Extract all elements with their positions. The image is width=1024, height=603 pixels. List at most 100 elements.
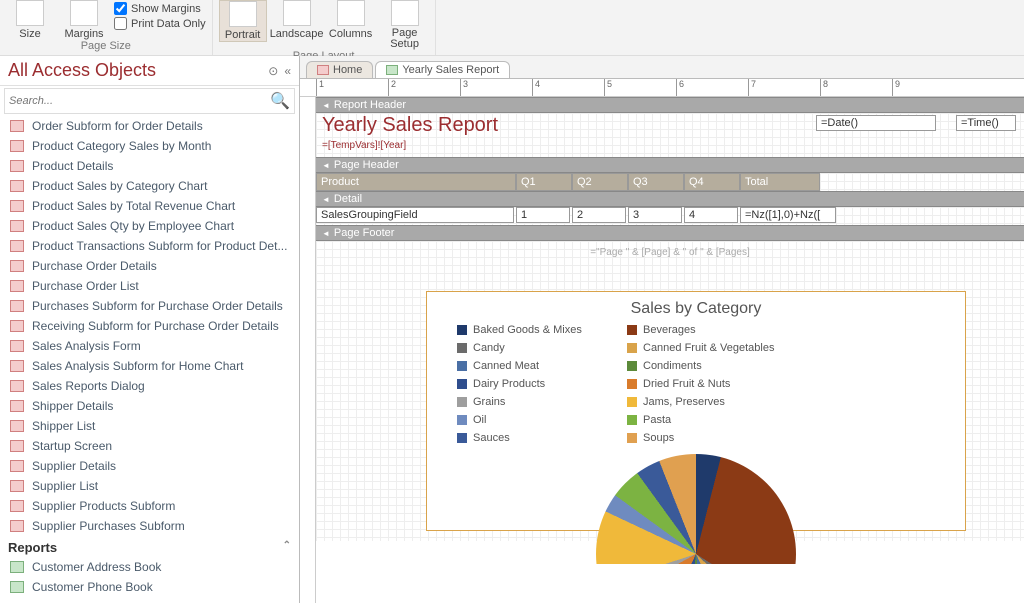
col-total[interactable]: Total	[740, 173, 820, 191]
sales-by-category-chart[interactable]: Sales by Category Baked Goods & MixesBev…	[426, 291, 966, 531]
nav-item[interactable]: Product Category Sales by Month	[0, 136, 299, 156]
ribbon: Size Margins Show Margins Print Data Onl…	[0, 0, 1024, 56]
nav-list: Order Subform for Order DetailsProduct C…	[0, 116, 299, 603]
nav-item-report[interactable]: Customer Phone Book	[0, 577, 299, 597]
col-q3[interactable]: Q3	[628, 173, 684, 191]
nav-item[interactable]: Purchase Order Details	[0, 256, 299, 276]
form-icon	[10, 500, 24, 512]
form-icon	[10, 220, 24, 232]
form-icon	[10, 140, 24, 152]
nav-item[interactable]: Supplier Products Subform	[0, 496, 299, 516]
legend-swatch	[627, 433, 637, 443]
vertical-ruler	[300, 97, 316, 603]
section-bar-detail[interactable]: Detail	[316, 191, 1024, 207]
form-icon	[10, 380, 24, 392]
nav-item[interactable]: Shipper List	[0, 416, 299, 436]
section-bar-page-header[interactable]: Page Header	[316, 157, 1024, 173]
time-textbox[interactable]: =Time()	[956, 115, 1016, 131]
legend-swatch	[457, 343, 467, 353]
ribbon-group-page-layout: Portrait Landscape Columns Page Setup Pa…	[213, 0, 436, 55]
report-icon	[10, 561, 24, 573]
nav-item[interactable]: Product Transactions Subform for Product…	[0, 236, 299, 256]
legend-swatch	[457, 361, 467, 371]
form-icon	[10, 260, 24, 272]
nav-item[interactable]: Product Sales Qty by Employee Chart	[0, 216, 299, 236]
form-icon	[10, 280, 24, 292]
nav-section-reports[interactable]: Reports⌃	[0, 536, 299, 557]
legend-swatch	[457, 397, 467, 407]
report-design-surface[interactable]: 123456789 Report Header Yearly Sales Rep…	[300, 78, 1024, 603]
form-icon	[10, 460, 24, 472]
form-icon	[10, 240, 24, 252]
show-margins-checkbox[interactable]: Show Margins	[114, 2, 206, 15]
date-textbox[interactable]: =Date()	[816, 115, 936, 131]
search-icon[interactable]: 🔍	[270, 91, 290, 111]
tab-home[interactable]: Home	[306, 61, 373, 78]
detail-q2[interactable]: 2	[572, 207, 626, 223]
section-bar-report-header[interactable]: Report Header	[316, 97, 1024, 113]
nav-search[interactable]: 🔍	[4, 88, 295, 114]
nav-item[interactable]: Startup Screen	[0, 436, 299, 456]
legend-item: Soups	[627, 432, 777, 444]
form-icon	[10, 360, 24, 372]
col-q4[interactable]: Q4	[684, 173, 740, 191]
nav-item[interactable]: Shipper Details	[0, 396, 299, 416]
col-q1[interactable]: Q1	[516, 173, 572, 191]
nav-item[interactable]: Sales Analysis Form	[0, 336, 299, 356]
chart-legend: Baked Goods & MixesBeveragesCandyCanned …	[427, 324, 965, 454]
pie-chart	[596, 454, 796, 564]
report-icon	[386, 65, 398, 75]
nav-item[interactable]: Supplier Details	[0, 456, 299, 476]
report-title-label[interactable]: Yearly Sales Report	[318, 113, 502, 138]
print-data-only-checkbox[interactable]: Print Data Only	[114, 17, 206, 30]
detail-q3[interactable]: 3	[628, 207, 682, 223]
legend-swatch	[457, 325, 467, 335]
detail-total[interactable]: =Nz([1],0)+Nz([	[740, 207, 836, 223]
size-button[interactable]: Size	[6, 0, 54, 40]
document-tabs: Home Yearly Sales Report	[300, 56, 1024, 78]
landscape-button[interactable]: Landscape	[273, 0, 321, 40]
nav-item[interactable]: Order Subform for Order Details	[0, 116, 299, 136]
page-setup-button[interactable]: Page Setup	[381, 0, 429, 50]
legend-item: Jams, Preserves	[627, 396, 777, 408]
year-textbox[interactable]: =[TempVars]![Year]	[318, 139, 428, 152]
nav-dropdown-icon[interactable]: ⊙	[268, 64, 278, 78]
detail-grouping-field[interactable]: SalesGroupingField	[316, 207, 514, 223]
nav-item[interactable]: Purchase Order List	[0, 276, 299, 296]
section-bar-page-footer[interactable]: Page Footer	[316, 225, 1024, 241]
legend-item: Oil	[457, 414, 607, 426]
nav-item[interactable]: Supplier List	[0, 476, 299, 496]
legend-swatch	[457, 415, 467, 425]
nav-item[interactable]: Supplier Purchases Subform	[0, 516, 299, 536]
nav-item[interactable]: Sales Reports Dialog	[0, 376, 299, 396]
tab-yearly-sales-report[interactable]: Yearly Sales Report	[375, 61, 510, 78]
nav-collapse-icon[interactable]: «	[284, 64, 291, 78]
form-icon	[10, 200, 24, 212]
nav-item[interactable]: Receiving Subform for Purchase Order Det…	[0, 316, 299, 336]
nav-item[interactable]: Product Sales by Total Revenue Chart	[0, 196, 299, 216]
margins-button[interactable]: Margins	[60, 0, 108, 40]
form-icon	[10, 320, 24, 332]
nav-search-input[interactable]	[9, 95, 270, 107]
detail-q1[interactable]: 1	[516, 207, 570, 223]
legend-item: Canned Meat	[457, 360, 607, 372]
legend-item: Dried Fruit & Nuts	[627, 378, 777, 390]
margins-icon	[70, 0, 98, 26]
columns-icon	[337, 0, 365, 26]
nav-item[interactable]: Product Details	[0, 156, 299, 176]
col-q2[interactable]: Q2	[572, 173, 628, 191]
legend-item: Dairy Products	[457, 378, 607, 390]
nav-item[interactable]: Product Sales by Category Chart	[0, 176, 299, 196]
columns-button[interactable]: Columns	[327, 0, 375, 40]
legend-item: Baked Goods & Mixes	[457, 324, 607, 336]
portrait-button[interactable]: Portrait	[219, 0, 267, 42]
nav-item-report[interactable]: Customer Address Book	[0, 557, 299, 577]
form-icon	[10, 400, 24, 412]
page-number-textbox[interactable]: ="Page " & [Page] & " of " & [Pages]	[316, 241, 1024, 258]
nav-item[interactable]: Purchases Subform for Purchase Order Det…	[0, 296, 299, 316]
col-product[interactable]: Product	[316, 173, 516, 191]
nav-item[interactable]: Sales Analysis Subform for Home Chart	[0, 356, 299, 376]
form-icon	[10, 420, 24, 432]
legend-item: Pasta	[627, 414, 777, 426]
detail-q4[interactable]: 4	[684, 207, 738, 223]
